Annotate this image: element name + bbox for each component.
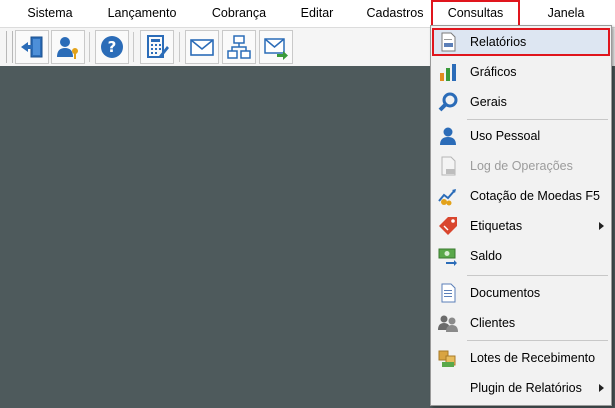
menu-item-cotacao-moedas[interactable]: Cotação de Moedas F5: [432, 182, 610, 210]
menu-item-lotes-recebimento[interactable]: Lotes de Recebimento: [432, 344, 610, 372]
toolbar-grip[interactable]: [6, 31, 13, 63]
menu-item-label: Lotes de Recebimento: [470, 351, 596, 365]
receipt-batch-icon: [438, 348, 458, 368]
menu-item-documentos[interactable]: Documentos: [432, 279, 610, 307]
menu-separator: [467, 119, 608, 120]
menu-item-label: Etiquetas: [470, 219, 523, 233]
submenu-arrow-icon: [599, 384, 604, 392]
menu-item-label: Relatórios: [470, 35, 527, 49]
menu-cobranca[interactable]: Cobrança: [204, 0, 274, 27]
envelope-icon: [189, 34, 215, 60]
menu-item-etiquetas[interactable]: Etiquetas: [432, 212, 610, 240]
calculator-edit-icon: [144, 34, 170, 60]
send-mail-button[interactable]: [259, 30, 293, 64]
menu-item-relatorios[interactable]: Relatórios: [432, 28, 610, 56]
menu-item-label: Clientes: [470, 316, 516, 330]
menu-janela[interactable]: Janela: [540, 0, 592, 27]
submenu-arrow-icon: [599, 222, 604, 230]
menu-item-label: Gerais: [470, 95, 507, 109]
envelope-arrow-icon: [263, 34, 289, 60]
menu-item-label: Gráficos: [470, 65, 517, 79]
exit-door-icon: [19, 34, 45, 60]
mail-button[interactable]: [185, 30, 219, 64]
menu-item-label: Log de Operações: [470, 159, 573, 173]
menu-cadastros[interactable]: Cadastros: [360, 0, 430, 27]
menu-item-uso-pessoal[interactable]: Uso Pessoal: [432, 122, 610, 150]
menu-item-label: Documentos: [470, 286, 541, 300]
person-icon: [438, 126, 458, 146]
menu-item-plugin-relatorios[interactable]: Plugin de Relatórios: [432, 374, 610, 402]
network-button[interactable]: [222, 30, 256, 64]
menu-lancamento[interactable]: Lançamento: [100, 0, 184, 27]
menu-item-gerais[interactable]: Gerais: [432, 88, 610, 116]
consultas-dropdown-menu: Relatórios Gráficos Gerais Uso Pessoal L…: [430, 25, 612, 406]
user-key-icon: [55, 34, 81, 60]
menu-sistema[interactable]: Sistema: [18, 0, 82, 27]
toolbar-separator: [89, 32, 90, 62]
menu-item-label: Uso Pessoal: [470, 129, 541, 143]
toolbar-separator: [133, 32, 134, 62]
log-file-icon: [438, 156, 458, 176]
magnifier-icon: [438, 92, 458, 112]
menu-item-clientes[interactable]: Clientes: [432, 309, 610, 337]
money-balance-icon: [438, 246, 458, 266]
calculator-button[interactable]: [140, 30, 174, 64]
network-diagram-icon: [226, 34, 252, 60]
menu-item-saldo[interactable]: Saldo: [432, 242, 610, 270]
toolbar-separator: [179, 32, 180, 62]
menu-bar: Sistema Lançamento Cobrança Editar Cadas…: [0, 0, 615, 27]
menu-item-graficos[interactable]: Gráficos: [432, 58, 610, 86]
menu-consultas[interactable]: Consultas: [431, 0, 520, 27]
menu-item-label: Cotação de Moedas F5: [470, 189, 600, 203]
user-key-button[interactable]: [51, 30, 85, 64]
clients-icon: [438, 313, 458, 333]
menu-editar[interactable]: Editar: [292, 0, 342, 27]
currency-rate-icon: [438, 186, 458, 206]
bar-chart-icon: [438, 62, 458, 82]
help-question-icon: ?: [99, 34, 125, 60]
document-icon: [438, 283, 458, 303]
exit-button[interactable]: [15, 30, 49, 64]
tag-icon: [438, 216, 458, 236]
menu-item-log-operacoes[interactable]: Log de Operações: [432, 152, 610, 180]
svg-text:?: ?: [108, 38, 117, 56]
menu-separator: [467, 275, 608, 276]
menu-item-label: Plugin de Relatórios: [470, 381, 582, 395]
menu-separator: [467, 340, 608, 341]
menu-item-label: Saldo: [470, 249, 502, 263]
help-button[interactable]: ?: [95, 30, 129, 64]
report-icon: [438, 32, 458, 52]
